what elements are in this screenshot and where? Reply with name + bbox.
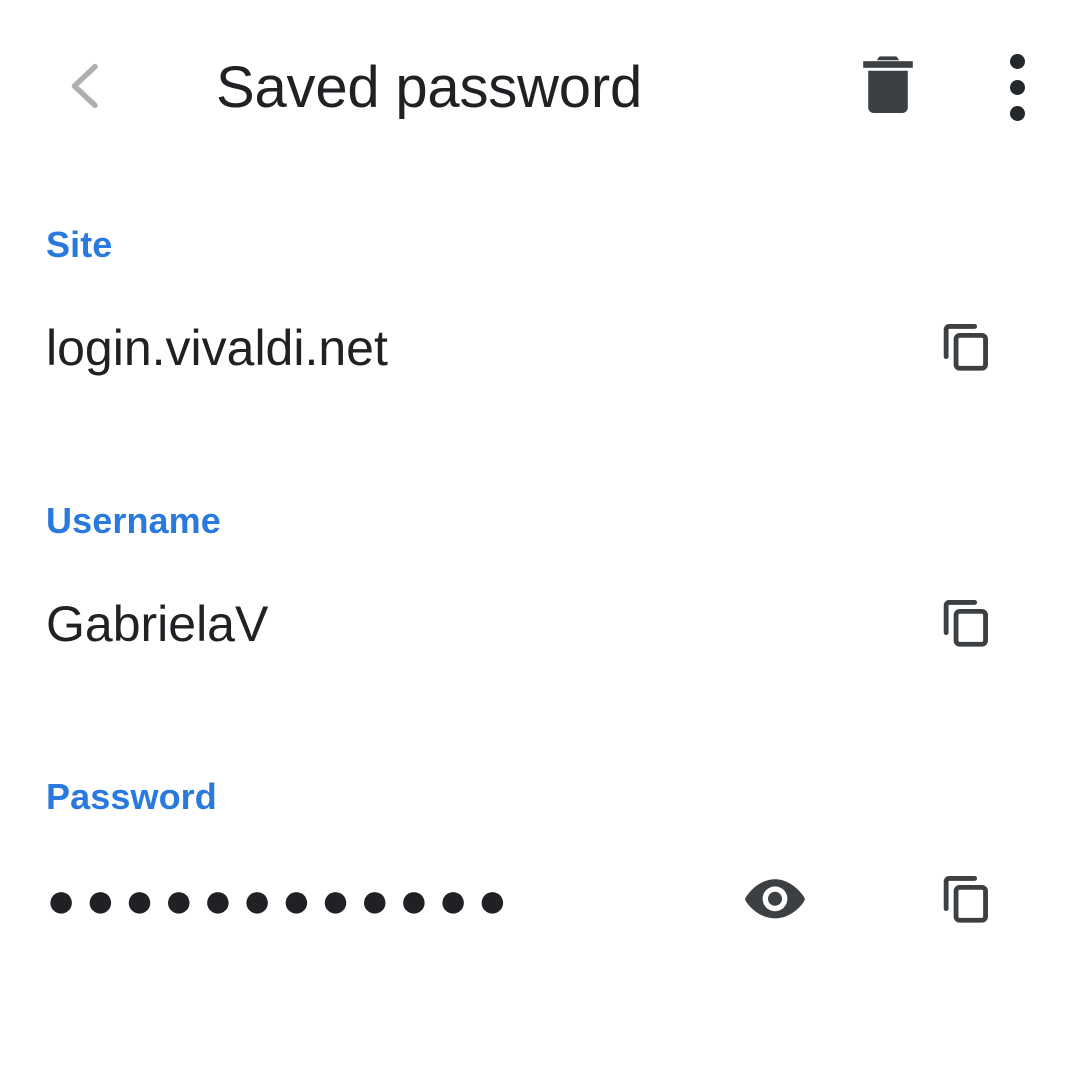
field-password-value: ●●●●●●●●●●●●: [46, 872, 517, 928]
copy-password-button[interactable]: [920, 855, 1010, 945]
field-site-label: Site: [46, 224, 113, 265]
copy-icon: [936, 593, 994, 656]
field-site-value: login.vivaldi.net: [46, 320, 388, 376]
chevron-left-icon: [55, 55, 117, 117]
menu-dot-top: [1009, 53, 1025, 69]
saved-password-screen: Saved password Site login.vivaldi.net Us…: [0, 0, 1080, 1080]
copy-username-button[interactable]: [920, 579, 1010, 669]
delete-password-button[interactable]: [843, 42, 933, 132]
field-password-label: Password: [46, 776, 217, 817]
more-options-button[interactable]: [972, 42, 1062, 132]
field-username-row: GabrielaV: [0, 578, 1080, 670]
menu-dot-bottom: [1009, 105, 1025, 121]
field-password-row: ●●●●●●●●●●●●: [0, 854, 1080, 946]
field-username-label: Username: [46, 500, 221, 541]
eye-icon: [744, 876, 806, 925]
copy-icon: [936, 317, 994, 380]
menu-dot-middle: [1009, 79, 1025, 95]
copy-site-button[interactable]: [920, 303, 1010, 393]
field-username-value: GabrielaV: [46, 596, 269, 652]
page-title: Saved password: [216, 55, 642, 120]
more-vertical-icon: [1009, 53, 1025, 121]
reveal-password-button[interactable]: [730, 855, 820, 945]
field-site-row: login.vivaldi.net: [0, 302, 1080, 394]
copy-icon: [936, 869, 994, 932]
back-button[interactable]: [40, 40, 132, 132]
app-bar: Saved password: [0, 0, 1080, 172]
trash-icon: [860, 54, 916, 121]
